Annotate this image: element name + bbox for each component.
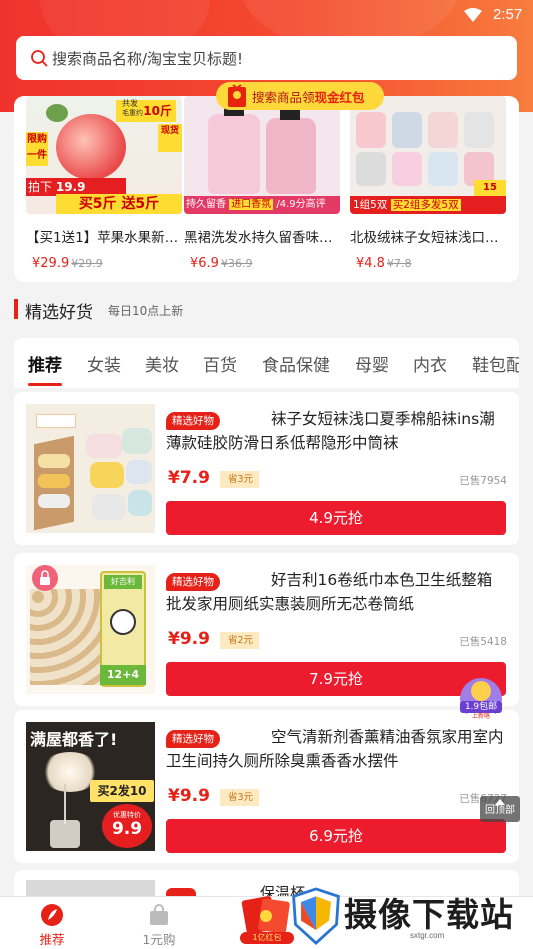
search-icon bbox=[31, 50, 48, 67]
product-price: ¥4.8 ¥7.8 bbox=[356, 256, 411, 271]
product-image bbox=[26, 404, 155, 533]
back-to-top-button[interactable]: 回顶部 bbox=[480, 796, 520, 822]
banner-highlight: 现金红包 bbox=[314, 89, 365, 105]
section-accent-bar bbox=[14, 299, 18, 319]
arrow-up-icon bbox=[495, 799, 505, 805]
current-price: ¥4.8 bbox=[356, 256, 385, 271]
watermark-text: 摄像下载站 bbox=[344, 895, 514, 934]
product-title: 【买1送1】苹果水果新… bbox=[26, 230, 179, 246]
promo-text: 1组5双 bbox=[353, 199, 388, 211]
featured-tag: 精选好物 bbox=[166, 730, 220, 748]
status-bar: 2:57 bbox=[0, 0, 533, 30]
promo-text: 限购 bbox=[27, 134, 47, 145]
product-image: 满屋都香了! 买2发10 优惠特价 9.9 bbox=[26, 722, 155, 851]
product-price: ¥29.9 ¥29.9 bbox=[32, 256, 103, 271]
back-to-top-label: 回顶部 bbox=[485, 805, 515, 816]
banner-text: 搜索商品领 bbox=[252, 89, 315, 105]
promo-text: 一件 bbox=[27, 150, 47, 161]
product-list-item[interactable]: 好吉利 12+4 好吉利16卷纸巾本色卫生纸整箱批发家用厕纸实惠装厕所无芯卷筒纸… bbox=[14, 553, 519, 706]
promo-text: 送5斤 bbox=[121, 196, 160, 212]
badge-text: 1.9包邮 bbox=[460, 701, 502, 713]
pack-count-text: 12+4 bbox=[106, 668, 140, 681]
tab-underwear[interactable]: 内衣 bbox=[413, 351, 447, 376]
promo-text: 拍下 bbox=[28, 180, 53, 194]
badge-subtext: 上新咯 bbox=[465, 713, 497, 721]
promo-text: 买2组多发5双 bbox=[390, 199, 461, 211]
product-price: ¥9.9 bbox=[168, 786, 210, 806]
nav-recommend[interactable]: 推荐 bbox=[12, 903, 92, 948]
product-price: ¥9.9 bbox=[168, 629, 210, 649]
section-title: 精选好货 bbox=[25, 303, 93, 323]
search-placeholder: 搜索商品名称/淘宝宝贝标题! bbox=[52, 49, 244, 68]
product-image: 持久留香 进口香氛 /4.9分高评 bbox=[184, 96, 340, 214]
product-price: ¥6.9 ¥36.9 bbox=[190, 256, 252, 271]
promo-text: 19.9 bbox=[55, 180, 86, 194]
current-price: ¥6.9 bbox=[190, 256, 219, 271]
promo-text: 15 bbox=[483, 182, 497, 193]
original-price: ¥36.9 bbox=[220, 257, 253, 270]
status-time: 2:57 bbox=[493, 6, 523, 23]
tab-recommend[interactable]: 推荐 bbox=[28, 351, 62, 376]
tab-womens-clothing[interactable]: 女装 bbox=[87, 351, 121, 376]
tab-beauty[interactable]: 美妆 bbox=[145, 351, 179, 376]
search-input[interactable]: 搜索商品名称/淘宝宝贝标题! bbox=[16, 36, 517, 80]
coupon-badge: 省2元 bbox=[220, 632, 260, 649]
product-price: ¥7.9 bbox=[168, 468, 210, 488]
original-price: ¥29.9 bbox=[71, 257, 103, 270]
promo-text: 买5斤 bbox=[78, 196, 117, 212]
tab-shoes-bags[interactable]: 鞋包配 bbox=[472, 351, 519, 376]
tab-general-goods[interactable]: 百货 bbox=[203, 351, 237, 376]
watermark-logo bbox=[292, 887, 340, 945]
category-tabs: 推荐 女装 美妆 百货 食品保健 母婴 内衣 鞋包配 bbox=[14, 338, 519, 388]
product-card[interactable]: 15 1组5双 买2组多发5双 北极绒袜子女短袜浅口… ¥4.8 ¥7.8 bbox=[350, 96, 506, 282]
product-image: 15 1组5双 买2组多发5双 bbox=[350, 96, 506, 214]
original-price: ¥7.8 bbox=[386, 257, 412, 270]
feather-icon bbox=[41, 904, 63, 926]
product-title: 黑裙洗发水持久留香味… bbox=[184, 230, 333, 246]
tab-mother-baby[interactable]: 母婴 bbox=[355, 351, 389, 376]
tab-food-health[interactable]: 食品保健 bbox=[262, 351, 330, 376]
current-price: ¥29.9 bbox=[32, 256, 70, 271]
bag-icon bbox=[150, 904, 168, 925]
promo-text: 持久留香 bbox=[186, 199, 226, 210]
lock-badge bbox=[32, 565, 58, 591]
featured-tag: 精选好物 bbox=[166, 412, 220, 430]
promo-text: /4.9分高评 bbox=[276, 199, 326, 210]
promo-text: 进口香氛 bbox=[229, 199, 274, 210]
product-list-item[interactable]: 袜子女短袜浅口夏季棉船袜ins潮薄款硅胶防滑日系低帮隐形中筒袜 精选好物 ¥7.… bbox=[14, 392, 519, 545]
lock-icon bbox=[40, 570, 50, 585]
active-tab-indicator bbox=[28, 383, 62, 386]
product-card[interactable]: 持久留香 进口香氛 /4.9分高评 黑裙洗发水持久留香味… ¥6.9 ¥36.9 bbox=[184, 96, 340, 282]
product-title: 北极绒袜子女短袜浅口… bbox=[350, 230, 499, 246]
product-card[interactable]: 10斤 共发 毛重约 现货 限购一件 拍下 19.9 买5斤 送5斤 【买1送1… bbox=[26, 96, 182, 282]
free-shipping-float-badge[interactable]: 1.9包邮 上新咯 bbox=[458, 676, 504, 722]
sold-count: 已售7954 bbox=[459, 475, 507, 487]
nav-label: 推荐 bbox=[39, 932, 65, 947]
watermark-url: sxtgr.com bbox=[410, 931, 445, 940]
promo-text: 优惠特价 bbox=[113, 811, 141, 819]
coupon-badge: 省3元 bbox=[220, 789, 260, 806]
section-subtitle: 每日10点上新 bbox=[108, 304, 184, 318]
promo-text: 毛重约 bbox=[122, 109, 143, 117]
buy-button[interactable]: 7.9元抢 bbox=[166, 662, 506, 696]
sold-count: 已售5418 bbox=[459, 636, 507, 648]
promo-text: 共发 bbox=[122, 99, 138, 108]
coupon-badge: 省3元 bbox=[220, 471, 260, 488]
buy-button[interactable]: 4.9元抢 bbox=[166, 501, 506, 535]
image-headline: 满屋都香了! bbox=[30, 730, 118, 749]
product-list-item[interactable]: 满屋都香了! 买2发10 优惠特价 9.9 空气清新剂香薰精油香氛家用室内卫生间… bbox=[14, 710, 519, 863]
promo-text: 买2发10 bbox=[97, 784, 147, 798]
featured-products-strip: 10斤 共发 毛重约 现货 限购一件 拍下 19.9 买5斤 送5斤 【买1送1… bbox=[14, 96, 519, 282]
nav-label: 1元购 bbox=[142, 932, 176, 947]
red-packet-icon bbox=[228, 84, 246, 107]
promo-text: 9.9 bbox=[111, 819, 143, 839]
product-image: 10斤 共发 毛重约 现货 限购一件 拍下 19.9 买5斤 送5斤 bbox=[26, 96, 182, 214]
promo-text: 10斤 bbox=[143, 104, 172, 118]
promo-text: 现货 bbox=[160, 126, 179, 136]
buy-button[interactable]: 6.9元抢 bbox=[166, 819, 506, 853]
brand-text: 好吉利 bbox=[111, 577, 135, 586]
nav-one-yuan[interactable]: 1元购 bbox=[119, 903, 199, 948]
wifi-icon bbox=[464, 8, 482, 22]
featured-tag: 精选好物 bbox=[166, 573, 220, 591]
